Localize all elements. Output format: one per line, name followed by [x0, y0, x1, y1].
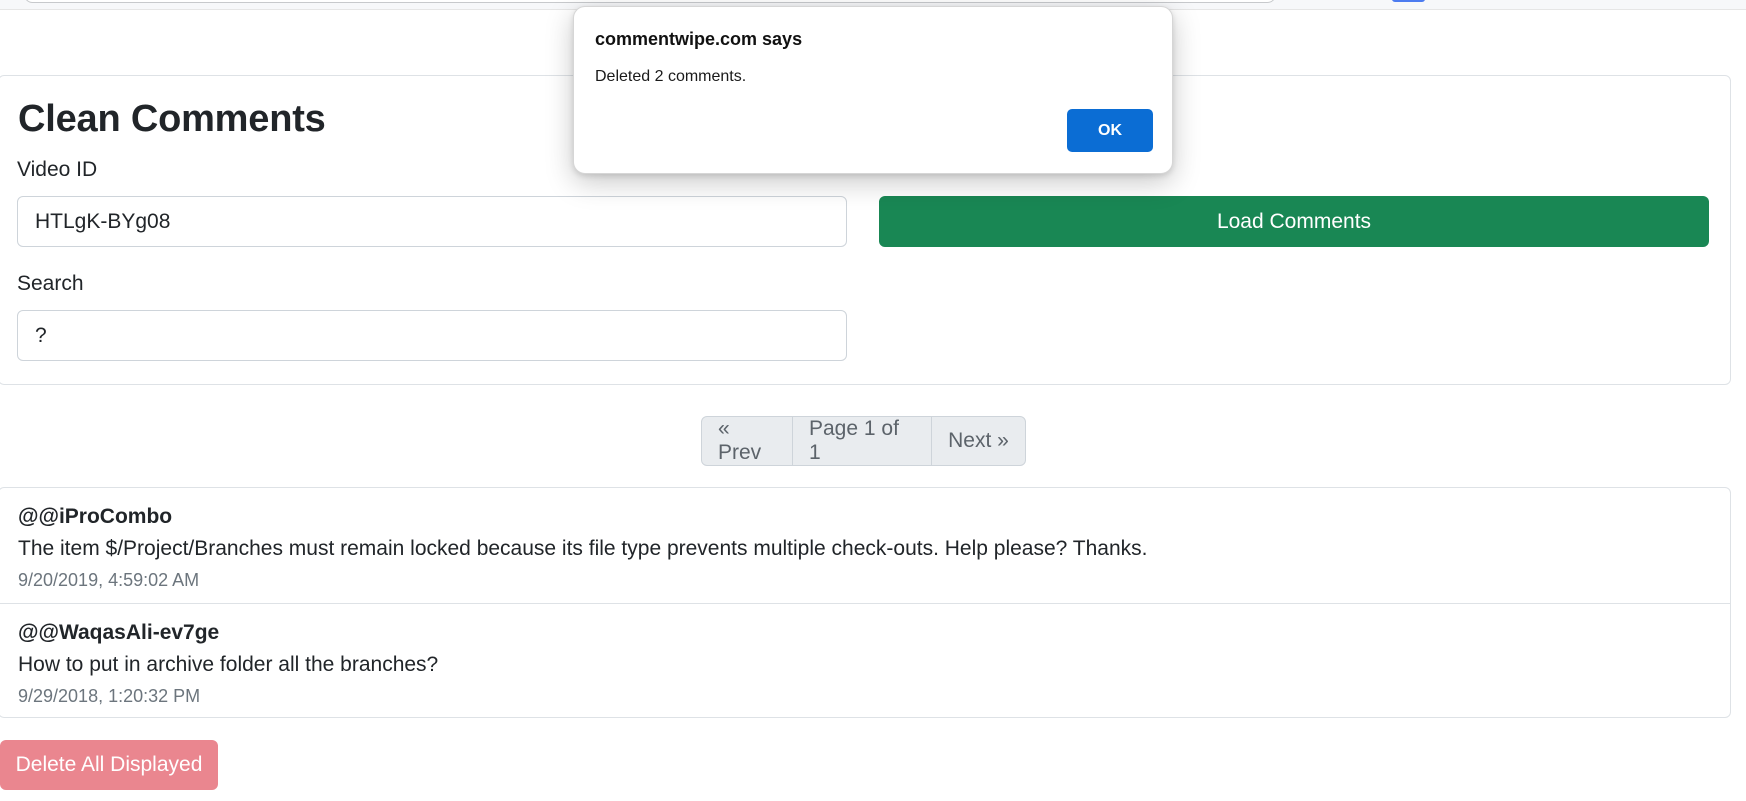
next-page-button[interactable]: Next » [931, 417, 1025, 465]
delete-all-displayed-button[interactable]: Delete All Displayed [0, 740, 218, 790]
comment-author: @@iProCombo [18, 505, 173, 528]
dialog-title: commentwipe.com says [595, 29, 803, 49]
comment-date: 9/20/2019, 4:59:02 AM [18, 570, 200, 590]
page-indicator: Page 1 of 1 [792, 417, 931, 465]
comment-author: @@WaqasAli-ev7ge [18, 621, 220, 644]
comment-date: 9/29/2018, 1:20:32 PM [18, 686, 201, 706]
comment-text: The item $/Project/Branches must remain … [18, 537, 1148, 560]
load-comments-button[interactable]: Load Comments [879, 196, 1709, 247]
address-bar[interactable] [24, 0, 1276, 3]
search-label: Search [17, 272, 84, 295]
video-id-label: Video ID [17, 158, 98, 181]
comments-list: @@iProCombo The item $/Project/Branches … [0, 487, 1731, 718]
pagination: « Prev Page 1 of 1 Next » [701, 416, 1026, 466]
extension-icon[interactable] [1392, 0, 1425, 2]
alert-dialog: commentwipe.com says Deleted 2 comments.… [573, 6, 1173, 174]
comment-text: How to put in archive folder all the bra… [18, 653, 439, 676]
page-title: Clean Comments [18, 98, 326, 140]
list-item: @@iProCombo The item $/Project/Branches … [0, 488, 1730, 603]
list-item: @@WaqasAli-ev7ge How to put in archive f… [0, 603, 1730, 718]
dialog-ok-button[interactable]: OK [1067, 109, 1153, 152]
video-id-input[interactable] [17, 196, 847, 247]
prev-page-button[interactable]: « Prev [702, 417, 792, 465]
search-input[interactable] [17, 310, 847, 361]
dialog-message: Deleted 2 comments. [595, 68, 747, 85]
